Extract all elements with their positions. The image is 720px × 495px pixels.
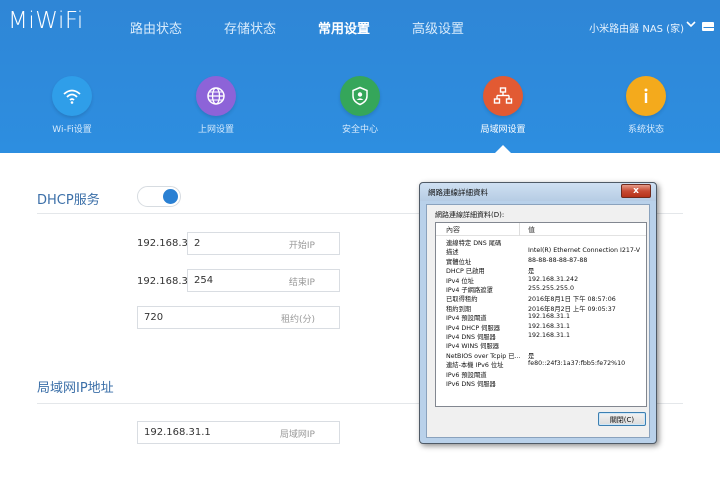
lan-ip-input[interactable]: 192.168.31.1 局域网IP xyxy=(137,421,340,444)
dialog-titlebar[interactable]: 網路連線詳細資料 x xyxy=(420,183,656,201)
property-value: 2016年8月1日 下午 08:57:06 xyxy=(528,296,616,304)
property-name: IPv4 DHCP 伺服器 xyxy=(446,324,501,332)
system-status-label[interactable]: 系统状态 xyxy=(601,122,691,135)
column-divider[interactable] xyxy=(519,223,520,236)
list-item[interactable]: DHCP 已啟用 是 xyxy=(436,266,646,276)
property-value: 88-88-88-88-87-88 xyxy=(528,256,588,264)
security-center-tile[interactable] xyxy=(340,76,380,116)
list-item[interactable]: 描述 Intel(R) Ethernet Connection I217-V xyxy=(436,247,646,257)
property-name: IPv4 預設閘道 xyxy=(446,315,487,323)
router-name[interactable]: 小米路由器 NAS (家) xyxy=(589,20,684,35)
property-name: 實體位址 xyxy=(446,258,472,266)
nav-advanced-settings[interactable]: 高级设置 xyxy=(412,18,464,37)
lan-ip-section-title: 局域网IP地址 xyxy=(37,381,114,396)
property-value: 255.255.255.0 xyxy=(528,285,575,292)
lan-ip-value: 192.168.31.1 xyxy=(144,427,211,438)
property-name: IPv6 預設閘道 xyxy=(446,371,487,379)
dialog-title: 網路連線詳細資料 xyxy=(428,188,488,197)
property-value: 192.168.31.1 xyxy=(528,322,571,330)
list-item[interactable]: IPv4 子網路遮罩 255.255.255.0 xyxy=(436,285,646,294)
property-value: 192.168.31.1 xyxy=(528,313,571,321)
property-value: 是 xyxy=(528,352,535,360)
network-icon xyxy=(493,87,513,104)
lan-settings-label[interactable]: 局域网设置 xyxy=(458,122,548,135)
internet-settings-tile[interactable] xyxy=(196,76,236,116)
dhcp-lease-hint: 租约(分) xyxy=(280,315,315,325)
property-name: 租約到期 xyxy=(446,305,472,313)
dhcp-end-value: 254 xyxy=(194,275,214,286)
list-item[interactable]: 連結-本機 IPv6 位址 fe80::24f3:1a37:fbb5:fe72%1… xyxy=(436,360,646,370)
property-value: Intel(R) Ethernet Connection I217-V xyxy=(528,247,641,255)
dhcp-lease-input[interactable]: 720 租约(分) xyxy=(137,306,340,329)
details-list[interactable]: 內容 值 連線特定 DNS 尾碼 描述 Intel(R) Ethernet Conn… xyxy=(435,222,647,407)
dhcp-start-value: 2 xyxy=(194,238,201,249)
list-item[interactable]: 實體位址 88-88-88-88-87-88 xyxy=(436,256,646,266)
dhcp-start-input[interactable]: 2 开始IP xyxy=(187,232,340,255)
list-item[interactable]: IPv4 WINS 伺服器 xyxy=(436,341,646,351)
nav-router-status[interactable]: 路由状态 xyxy=(130,18,182,37)
property-value: fe80::24f3:1a37:fbb5:fe72%10 xyxy=(528,360,626,368)
mail-icon[interactable] xyxy=(702,22,714,31)
dialog-close-button[interactable]: 關閉(C) xyxy=(598,412,646,426)
chevron-down-icon[interactable] xyxy=(686,19,696,29)
col-value-header[interactable]: 值 xyxy=(528,225,535,235)
property-value: 192.168.31.242 xyxy=(528,275,579,283)
property-name: 連結-本機 IPv6 位址 xyxy=(446,362,504,370)
property-name: 描述 xyxy=(446,249,459,257)
property-name: IPv4 子網路遮罩 xyxy=(446,287,493,294)
close-button-label: 關閉(C) xyxy=(609,416,635,424)
list-item[interactable]: IPv4 DHCP 伺服器 192.168.31.1 xyxy=(436,322,646,332)
nav-common-settings[interactable]: 常用设置 xyxy=(318,18,370,37)
nav-storage-status[interactable]: 存储状态 xyxy=(224,18,276,37)
list-header: 內容 值 xyxy=(436,223,646,236)
shield-icon xyxy=(352,86,368,106)
dhcp-toggle[interactable] xyxy=(137,186,181,207)
property-name: IPv4 WINS 伺服器 xyxy=(446,343,500,351)
close-icon: x xyxy=(633,186,639,196)
list-item[interactable]: IPv4 位址 192.168.31.242 xyxy=(436,275,646,285)
list-item[interactable]: NetBIOS over Tcpip 已... 是 xyxy=(436,351,646,360)
info-icon xyxy=(644,88,648,103)
dhcp-lease-value: 720 xyxy=(144,312,164,323)
property-name: 已取得租約 xyxy=(446,296,478,304)
dhcp-start-hint: 开始IP xyxy=(288,241,315,251)
dhcp-section-title: DHCP服务 xyxy=(37,193,100,208)
top-header: MiWiFi 路由状态 存储状态 常用设置 高级设置 小米路由器 NAS (家)… xyxy=(0,0,720,154)
wifi-icon xyxy=(63,89,81,104)
wifi-settings-label[interactable]: Wi-Fi设置 xyxy=(27,122,117,135)
list-item[interactable]: 已取得租約 2016年8月1日 下午 08:57:06 xyxy=(436,294,646,304)
internet-settings-label[interactable]: 上网设置 xyxy=(171,122,261,135)
list-item[interactable]: 租約到期 2016年8月2日 上午 09:05:37 xyxy=(436,304,646,313)
lan-ip-hint: 局域网IP xyxy=(279,430,315,440)
list-item[interactable]: 連線特定 DNS 尾碼 xyxy=(436,238,646,247)
list-item[interactable]: IPv6 預設閘道 xyxy=(436,370,646,379)
property-name: NetBIOS over Tcpip 已... xyxy=(446,352,521,360)
wifi-settings-tile[interactable] xyxy=(52,76,92,116)
dhcp-end-hint: 结束IP xyxy=(288,278,315,288)
security-center-label[interactable]: 安全中心 xyxy=(315,122,405,135)
globe-icon xyxy=(207,87,225,105)
list-item[interactable]: IPv4 預設閘道 192.168.31.1 xyxy=(436,313,646,323)
property-name: IPv4 位址 xyxy=(446,277,474,285)
property-value: 是 xyxy=(528,268,535,276)
toggle-knob xyxy=(163,189,178,204)
property-name: 連線特定 DNS 尾碼 xyxy=(446,240,502,247)
property-name: IPv6 DNS 伺服器 xyxy=(446,381,496,388)
dialog-body: 網路連線詳細資料(D): 內容 值 連線特定 DNS 尾碼 描述 Intel(R) … xyxy=(426,204,650,438)
property-value: 2016年8月2日 上午 09:05:37 xyxy=(528,305,616,313)
dhcp-end-input[interactable]: 254 结束IP xyxy=(187,269,340,292)
list-item[interactable]: IPv4 DNS 伺服器 192.168.31.1 xyxy=(436,332,646,341)
system-status-tile[interactable] xyxy=(626,76,666,116)
property-name: IPv4 DNS 伺服器 xyxy=(446,334,496,341)
network-details-dialog: 網路連線詳細資料 x 網路連線詳細資料(D): 內容 值 連線特定 DNS 尾碼… xyxy=(419,182,657,444)
lan-settings-tile[interactable] xyxy=(483,76,523,116)
dialog-caption: 網路連線詳細資料(D): xyxy=(435,211,505,219)
property-value: 192.168.31.1 xyxy=(528,332,571,339)
list-item[interactable]: IPv6 DNS 伺服器 xyxy=(436,379,646,388)
col-property-header[interactable]: 內容 xyxy=(446,225,460,235)
dialog-close-x-button[interactable]: x xyxy=(621,184,651,198)
property-name: DHCP 已啟用 xyxy=(446,268,485,276)
